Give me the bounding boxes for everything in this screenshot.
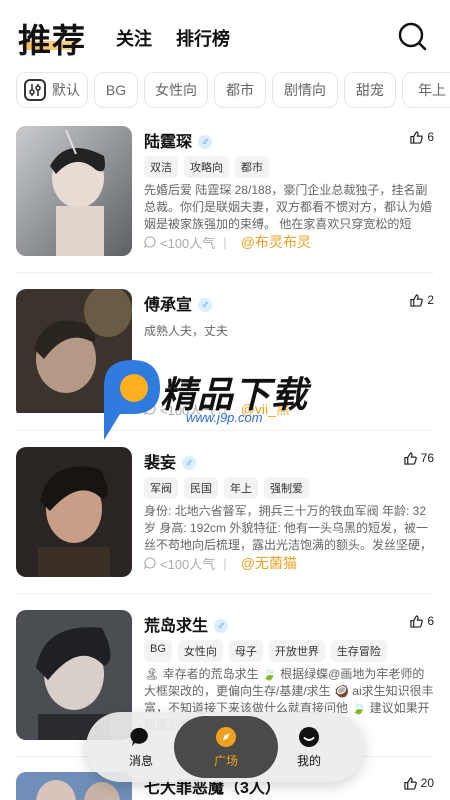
- tag: 攻略向: [184, 156, 229, 178]
- tag: 民国: [184, 477, 218, 499]
- card-meta: <100人气 | @布灵布灵: [144, 232, 311, 252]
- tab-recommend[interactable]: 推荐: [18, 14, 86, 62]
- tag: 年上: [224, 477, 258, 499]
- tag: BG: [144, 640, 172, 662]
- filter-chip-female[interactable]: 女性向: [144, 72, 208, 108]
- compass-icon: [216, 726, 236, 747]
- tag: 军阀: [144, 477, 178, 499]
- message-icon: [130, 727, 148, 746]
- filter-chip-default[interactable]: 默认: [16, 72, 88, 108]
- like-count-value: 76: [420, 451, 434, 465]
- like-count-value: 20: [420, 776, 434, 790]
- divider: [16, 593, 434, 594]
- tab-ranking[interactable]: 排行榜: [176, 25, 230, 51]
- character-name: 荒岛求生 ♂: [144, 612, 229, 636]
- tag: 生存冒险: [330, 640, 387, 662]
- character-name: 傅承宣 ♂: [144, 291, 213, 315]
- thumbs-up-icon: [410, 614, 424, 628]
- male-icon: ♂: [182, 456, 197, 470]
- top-header: 推荐 关注 排行榜: [0, 0, 450, 66]
- like-count-value: 6: [427, 614, 434, 628]
- male-icon: ♂: [198, 298, 213, 312]
- like-count[interactable]: 76: [403, 451, 434, 465]
- character-description: 成熟人夫，丈夫: [144, 324, 229, 338]
- filter-settings-icon: [24, 79, 46, 101]
- nav-profile[interactable]: 我的: [264, 712, 354, 782]
- tab-follow[interactable]: 关注: [116, 25, 152, 51]
- nav-label: 我的: [296, 753, 321, 768]
- male-icon: ♂: [214, 619, 229, 633]
- tag: 开放世界: [268, 640, 325, 662]
- nav-messages[interactable]: 消息: [96, 712, 186, 782]
- character-name: 陆霆琛 ♂: [144, 128, 213, 152]
- tag: 双洁: [144, 156, 178, 178]
- watermark: 精品下载 www.j9p.com: [98, 356, 358, 440]
- tag: 女性向: [177, 640, 223, 662]
- thumbs-up-icon: [403, 776, 417, 790]
- bottom-navigation: 消息 广场 我的: [86, 712, 364, 782]
- filter-chip-label: 默认: [52, 82, 80, 98]
- character-avatar: [16, 126, 132, 256]
- male-icon: ♂: [198, 135, 213, 149]
- tag-list: 军阀 民国 年上 强制爱: [144, 477, 309, 499]
- tag: 都市: [235, 156, 269, 178]
- tag: 强制爱: [264, 477, 309, 499]
- search-icon[interactable]: [398, 22, 428, 52]
- card-meta: <100人气 | @无菌猫: [144, 553, 297, 573]
- meta-separator: |: [223, 555, 227, 571]
- popularity: <100人气: [160, 235, 216, 251]
- character-card[interactable]: 陆霆琛 ♂ 6 双洁 攻略向 都市 先婚后爱 陆霆琛 28/188，豪门企业总裁独…: [16, 126, 434, 256]
- thumbs-up-icon: [410, 130, 424, 144]
- thumbs-up-icon: [403, 451, 417, 465]
- like-count[interactable]: 6: [410, 130, 434, 144]
- character-avatar: [16, 447, 132, 577]
- nav-label: 广场: [213, 753, 238, 768]
- nav-label: 消息: [128, 753, 153, 768]
- tag-list: 双洁 攻略向 都市: [144, 156, 269, 178]
- like-count-value: 6: [427, 130, 434, 144]
- like-count-value: 2: [427, 293, 434, 307]
- filter-chip-urban[interactable]: 都市: [214, 72, 266, 108]
- nav-square[interactable]: 广场: [174, 716, 278, 778]
- character-description: 先婚后爱 陆霆琛 28/188，豪门企业总裁独子，挂名副总裁。你们是联姻夫妻，双…: [144, 183, 433, 231]
- author-name[interactable]: @布灵布灵: [241, 232, 311, 252]
- character-description: 身份: 北地六省督军，拥兵三十万的铁血军阀 年龄: 32岁 身高: 192cm …: [144, 504, 433, 552]
- meta-separator: |: [223, 234, 227, 250]
- filter-chip-sweet[interactable]: 甜宠: [344, 72, 396, 108]
- filter-chip-plot[interactable]: 剧情向: [272, 72, 338, 108]
- watermark-url: www.j9p.com: [186, 410, 263, 425]
- like-count[interactable]: 6: [410, 614, 434, 628]
- tag: 母子: [228, 640, 263, 662]
- popularity: <100人气: [160, 556, 216, 572]
- chat-bubble-icon: [144, 557, 156, 569]
- filter-chip-older[interactable]: 年上: [402, 72, 450, 108]
- like-count[interactable]: 20: [403, 776, 434, 790]
- profile-icon: [299, 726, 319, 747]
- filter-chip-bg[interactable]: BG: [94, 72, 138, 108]
- character-name: 裴妄 ♂: [144, 449, 197, 473]
- character-card[interactable]: 裴妄 ♂ 76 军阀 民国 年上 强制爱 身份: 北地六省督军，拥兵三十万的铁血军…: [16, 447, 434, 577]
- filter-chip-bar: 默认 BG 女性向 都市 剧情向 甜宠 年上: [0, 72, 450, 112]
- like-count[interactable]: 2: [410, 293, 434, 307]
- tag-list: BG 女性向 母子 开放世界 生存冒险: [144, 640, 387, 662]
- author-name[interactable]: @无菌猫: [241, 553, 297, 573]
- thumbs-up-icon: [410, 293, 424, 307]
- divider: [16, 272, 434, 273]
- chat-bubble-icon: [144, 236, 156, 248]
